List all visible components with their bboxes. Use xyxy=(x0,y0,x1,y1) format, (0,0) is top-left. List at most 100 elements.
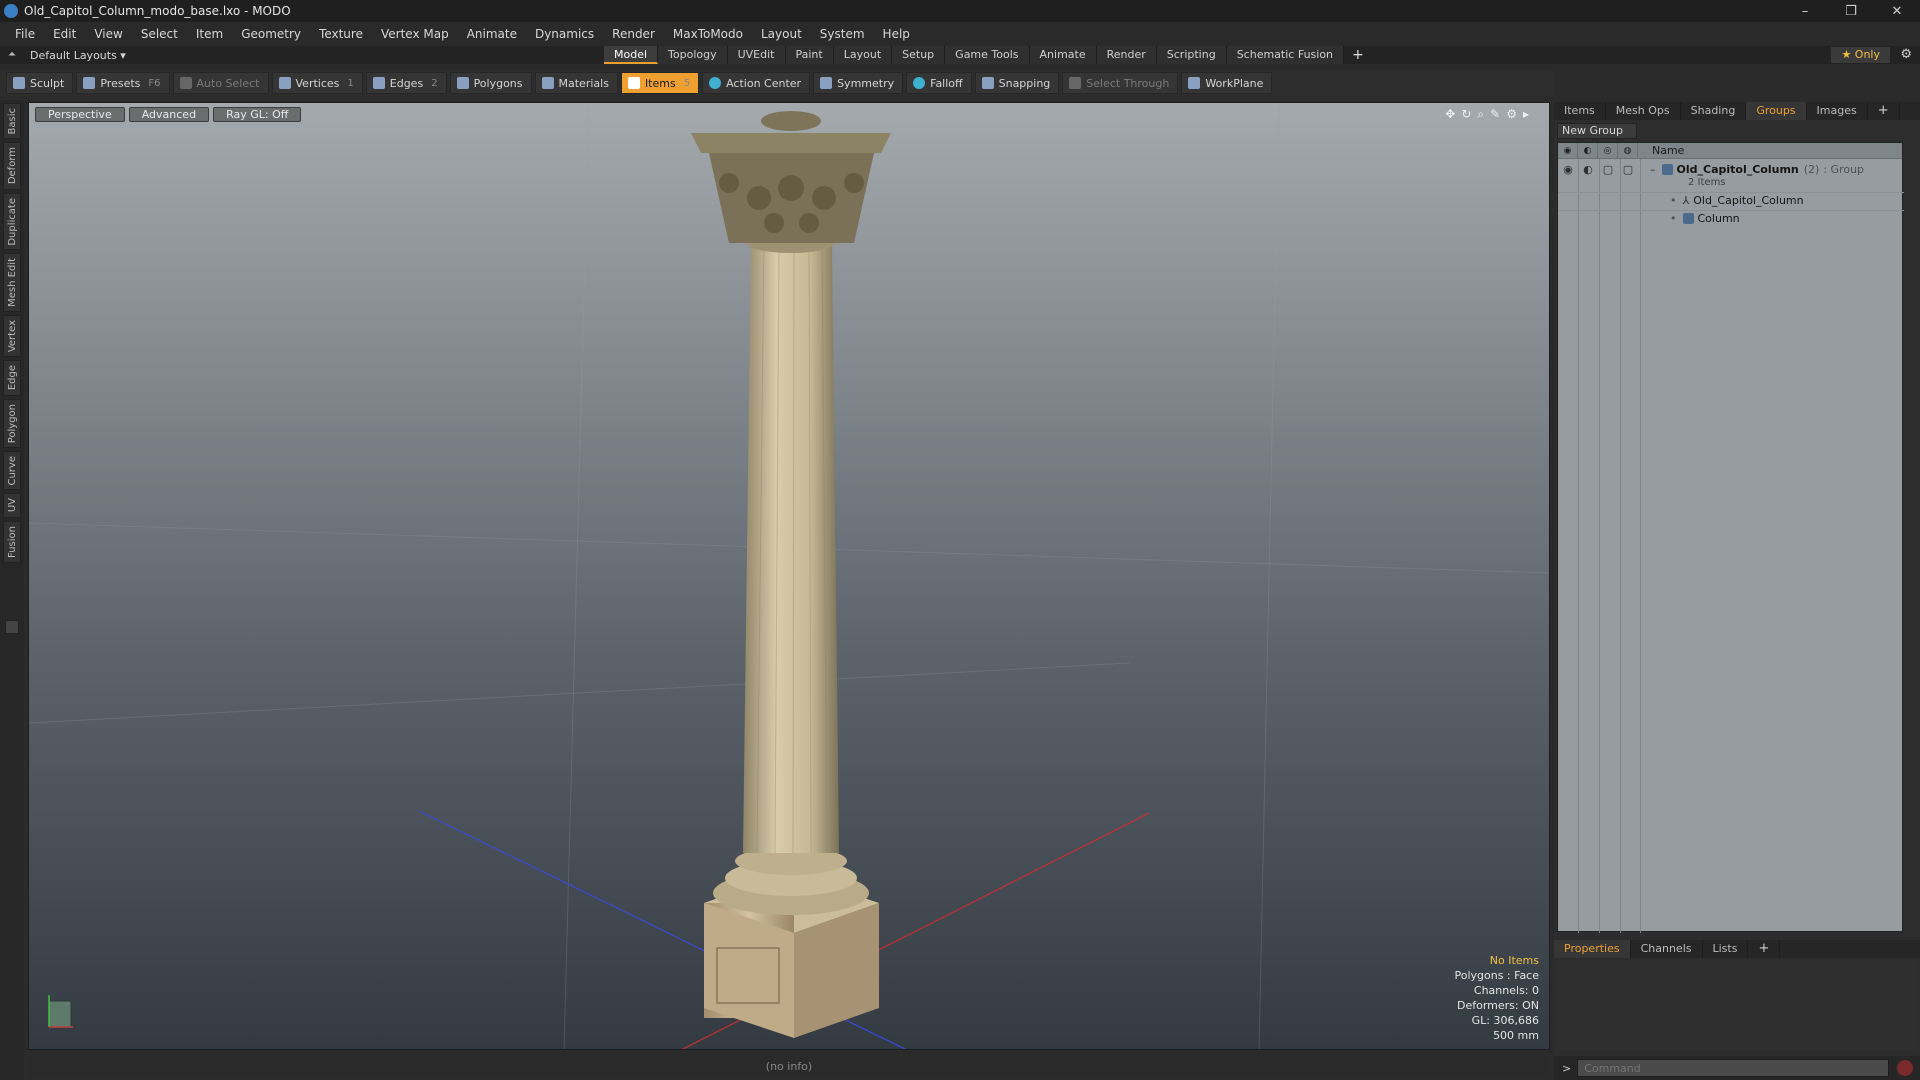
close-button[interactable]: ✕ xyxy=(1874,0,1920,22)
menu-system[interactable]: System xyxy=(811,27,874,41)
advanced-dropdown[interactable]: Advanced xyxy=(128,107,210,122)
tab-images[interactable]: Images xyxy=(1807,102,1868,120)
left-tab-deform[interactable]: Deform xyxy=(3,142,21,190)
menu-animate[interactable]: Animate xyxy=(458,27,526,41)
command-input[interactable] xyxy=(1577,1059,1890,1077)
zoom-icon[interactable]: ⌕ xyxy=(1477,107,1484,122)
menu-render[interactable]: Render xyxy=(603,27,664,41)
raygl-dropdown[interactable]: Ray GL: Off xyxy=(213,107,302,122)
perspective-dropdown[interactable]: Perspective xyxy=(35,107,125,122)
pan-icon[interactable]: ✥ xyxy=(1445,107,1455,122)
left-tab-mesh-edit[interactable]: Mesh Edit xyxy=(3,253,21,313)
workplane-button[interactable]: WorkPlane xyxy=(1181,72,1273,94)
only-toggle[interactable]: ★ Only xyxy=(1831,47,1890,63)
left-tab-duplicate[interactable]: Duplicate xyxy=(3,192,21,251)
lock-icon[interactable]: ◐ xyxy=(1578,163,1598,176)
add-panel-tab-button[interactable]: + xyxy=(1868,102,1900,120)
menu-vertex-map[interactable]: Vertex Map xyxy=(372,27,458,41)
group-row[interactable]: ◉ ◐ ▢ ▢ – Old_Capitol_Column (2) : Group xyxy=(1558,161,1904,177)
add-tab-button[interactable]: + xyxy=(1344,46,1372,64)
menu-bar: File Edit View Select Item Geometry Text… xyxy=(0,22,1920,46)
tab-groups[interactable]: Groups xyxy=(1746,102,1807,120)
command-history-button[interactable] xyxy=(1897,1060,1914,1076)
tab-layout[interactable]: Layout xyxy=(833,46,893,64)
left-tab-vertex[interactable]: Vertex xyxy=(3,315,21,358)
settings-icon[interactable]: ⚙ xyxy=(1506,107,1517,122)
groups-list[interactable]: ◉ ◐ ◎ ◍ Name ◉ ◐ ▢ ▢ – Old_Capitol_Colum… xyxy=(1557,142,1904,933)
gear-icon[interactable]: ⚙ xyxy=(1900,46,1912,64)
menu-view[interactable]: View xyxy=(85,27,131,41)
menu-dynamics[interactable]: Dynamics xyxy=(526,27,603,41)
menu-layout[interactable]: Layout xyxy=(752,27,811,41)
tab-channels[interactable]: Channels xyxy=(1631,940,1703,958)
polygons-button[interactable]: Polygons xyxy=(449,72,532,94)
new-group-button[interactable]: New Group xyxy=(1557,123,1637,139)
tab-model[interactable]: Model xyxy=(604,46,659,64)
tab-paint[interactable]: Paint xyxy=(785,46,834,64)
left-tab-fusion[interactable]: Fusion xyxy=(3,520,21,563)
select-through-button[interactable]: Select Through xyxy=(1062,72,1179,94)
falloff-button[interactable]: Falloff xyxy=(906,72,972,94)
palette-toggle-button[interactable] xyxy=(5,620,19,634)
tab-animate[interactable]: Animate xyxy=(1029,46,1097,64)
auto-select-label: Auto Select xyxy=(196,76,260,90)
menu-file[interactable]: File xyxy=(6,27,44,41)
lock-column-icon[interactable]: ◐ xyxy=(1578,142,1598,159)
menu-help[interactable]: Help xyxy=(874,27,919,41)
auto-select-button[interactable]: Auto Select xyxy=(172,72,269,94)
tab-setup[interactable]: Setup xyxy=(892,46,946,64)
sculpt-button[interactable]: Sculpt xyxy=(6,72,74,94)
menu-edit[interactable]: Edit xyxy=(44,27,85,41)
add-properties-tab-button[interactable]: + xyxy=(1748,940,1781,958)
tab-schematic-fusion[interactable]: Schematic Fusion xyxy=(1226,46,1345,64)
items-button[interactable]: Items 5 xyxy=(620,72,700,94)
layout-selector[interactable]: ⏶ Default Layouts ▾ xyxy=(0,49,160,62)
minimize-button[interactable]: – xyxy=(1782,0,1828,22)
render-column-icon[interactable]: ◎ xyxy=(1598,142,1618,159)
visibility-column-icon[interactable]: ◉ xyxy=(1558,142,1578,159)
menu-maxtomodo[interactable]: MaxToModo xyxy=(664,27,752,41)
collapse-icon[interactable]: – xyxy=(1650,163,1656,176)
vertices-button[interactable]: Vertices 1 xyxy=(271,72,363,94)
menu-texture[interactable]: Texture xyxy=(310,27,372,41)
left-tab-basic[interactable]: Basic xyxy=(3,103,21,140)
tab-shading[interactable]: Shading xyxy=(1681,102,1747,120)
eye-icon[interactable]: ◉ xyxy=(1558,163,1578,176)
3d-viewport[interactable]: Perspective Advanced Ray GL: Off ✥ ↻ ⌕ ✎… xyxy=(28,102,1550,1050)
tab-items[interactable]: Items xyxy=(1554,102,1606,120)
menu-select[interactable]: Select xyxy=(132,27,187,41)
left-tab-uv[interactable]: UV xyxy=(3,493,21,518)
list-item[interactable]: • ⅄ Old_Capitol_Column xyxy=(1558,192,1904,208)
name-column-header[interactable]: Name xyxy=(1638,144,1684,157)
expand-arrow-icon[interactable]: ▸ xyxy=(1523,107,1529,122)
left-tab-polygon[interactable]: Polygon xyxy=(3,398,21,448)
left-tab-edge[interactable]: Edge xyxy=(3,360,21,396)
tab-mesh-ops[interactable]: Mesh Ops xyxy=(1606,102,1681,120)
maximize-button[interactable]: ❐ xyxy=(1828,0,1874,22)
tab-uvedit[interactable]: UVEdit xyxy=(727,46,786,64)
tab-game-tools[interactable]: Game Tools xyxy=(945,46,1030,64)
presets-button[interactable]: Presets F6 xyxy=(76,72,170,94)
column-model[interactable] xyxy=(691,111,891,1038)
tab-topology[interactable]: Topology xyxy=(658,46,728,64)
snapping-button[interactable]: Snapping xyxy=(974,72,1060,94)
menu-item[interactable]: Item xyxy=(187,27,232,41)
symmetry-button[interactable]: Symmetry xyxy=(813,72,904,94)
list-item[interactable]: • Column xyxy=(1558,210,1904,226)
tab-render[interactable]: Render xyxy=(1096,46,1157,64)
menu-geometry[interactable]: Geometry xyxy=(232,27,310,41)
vertices-icon xyxy=(278,77,291,89)
tab-scripting[interactable]: Scripting xyxy=(1156,46,1227,64)
select-toggle-icon[interactable]: ▢ xyxy=(1618,163,1638,176)
action-center-button[interactable]: Action Center xyxy=(702,72,811,94)
tab-properties[interactable]: Properties xyxy=(1554,940,1631,958)
rotate-icon[interactable]: ↻ xyxy=(1461,107,1471,122)
left-tab-fusion-label: Fusion xyxy=(6,525,18,558)
select-column-icon[interactable]: ◍ xyxy=(1618,142,1638,159)
render-toggle-icon[interactable]: ▢ xyxy=(1598,163,1618,176)
tab-lists[interactable]: Lists xyxy=(1703,940,1749,958)
materials-button[interactable]: Materials xyxy=(534,72,618,94)
left-tab-curve[interactable]: Curve xyxy=(3,450,21,491)
edit-icon[interactable]: ✎ xyxy=(1490,107,1500,122)
edges-button[interactable]: Edges 2 xyxy=(365,72,447,94)
